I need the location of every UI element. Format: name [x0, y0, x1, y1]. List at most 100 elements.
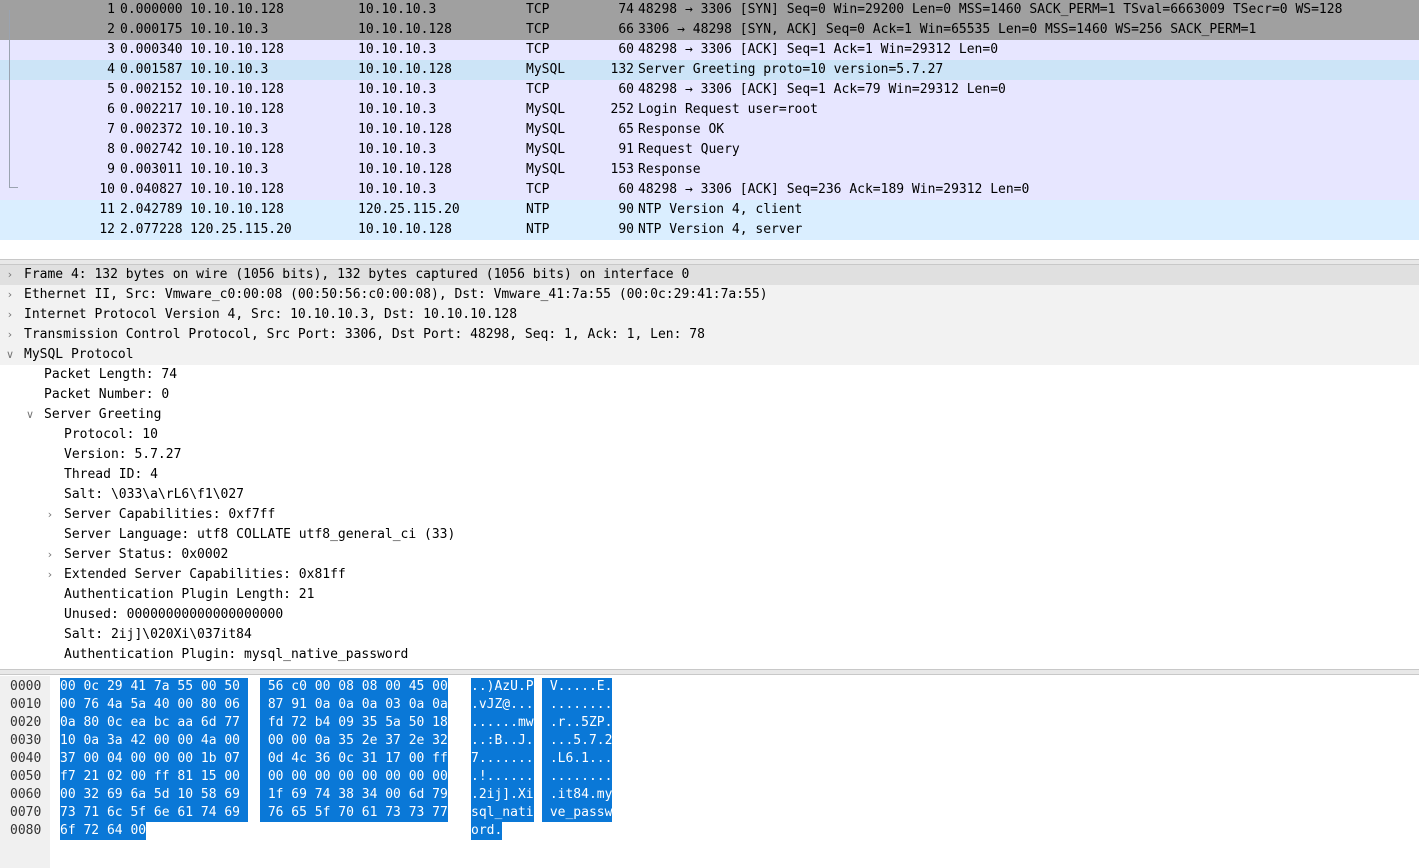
tree-node-label: Protocol: 10 — [64, 427, 158, 442]
hex-bytes[interactable]: 00 76 4a 5a 40 00 80 06 — [60, 696, 248, 714]
chevron-right-icon[interactable]: › — [4, 265, 16, 285]
packet-details-tree[interactable]: › Frame 4: 132 bytes on wire (1056 bits),… — [0, 265, 1419, 668]
hex-bytes[interactable]: 76 65 5f 70 61 73 73 77 — [260, 804, 448, 822]
packet-cell-time: 0.000000 — [120, 2, 183, 17]
chevron-right-icon[interactable]: › — [44, 505, 56, 525]
packet-row[interactable]: 6 0.002217 10.10.10.128 10.10.10.3 MySQL 252 L… — [0, 100, 1419, 120]
packet-cell-src: 10.10.10.128 — [190, 2, 284, 17]
hex-bytes[interactable]: 6f 72 64 00 — [60, 822, 147, 840]
packet-row[interactable]: 4 0.001587 10.10.10.3 10.10.10.128 MySQL 132 S… — [0, 60, 1419, 80]
packet-cell-src: 120.25.115.20 — [190, 222, 292, 237]
ascii-bytes[interactable]: .L6.1... — [542, 750, 613, 768]
tree-node[interactable]: Unused: 00000000000000000000 — [0, 605, 1419, 625]
packet-row[interactable]: 1 0.000000 10.10.10.128 10.10.10.3 TCP 74 4829… — [0, 0, 1419, 20]
tree-node[interactable]: › Server Status: 0x0002 — [0, 545, 1419, 565]
packet-cell-info: Response OK — [638, 122, 725, 137]
packet-cell-time: 0.002742 — [120, 142, 183, 157]
ascii-bytes[interactable]: ve_passw — [542, 804, 613, 822]
hex-bytes[interactable]: 0a 80 0c ea bc aa 6d 77 — [60, 714, 248, 732]
packet-cell-src: 10.10.10.128 — [190, 202, 284, 217]
ascii-bytes[interactable]: ...5.7.2 — [542, 732, 613, 750]
packet-cell-no: 11 — [99, 202, 115, 217]
tree-node[interactable]: Salt: 2ij]\020Xi\037it84 — [0, 625, 1419, 645]
hex-bytes[interactable]: 10 0a 3a 42 00 00 4a 00 — [60, 732, 248, 750]
tree-node-label: Internet Protocol Version 4, Src: 10.10.… — [24, 307, 518, 322]
tree-node[interactable]: Thread ID: 4 — [0, 465, 1419, 485]
packet-row[interactable]: 9 0.003011 10.10.10.3 10.10.10.128 MySQL 153 R… — [0, 160, 1419, 180]
tree-node[interactable]: Packet Number: 0 — [0, 385, 1419, 405]
tree-node[interactable]: › Internet Protocol Version 4, Src: 10.10… — [0, 305, 1419, 325]
tree-node-label: Transmission Control Protocol, Src Port:… — [24, 327, 705, 342]
hex-offset: 0060 — [10, 787, 42, 802]
packet-row[interactable]: 3 0.000340 10.10.10.128 10.10.10.3 TCP 60 4829… — [0, 40, 1419, 60]
hex-bytes[interactable]: f7 21 02 00 ff 81 15 00 — [60, 768, 248, 786]
tree-node[interactable]: ∨ Server Greeting — [0, 405, 1419, 425]
tree-node-label: Server Greeting — [44, 407, 162, 422]
ascii-bytes[interactable]: .vJZ@... — [471, 696, 534, 714]
packet-cell-src: 10.10.10.3 — [190, 62, 269, 77]
hex-bytes[interactable]: 00 0c 29 41 7a 55 00 50 — [60, 678, 248, 696]
packet-cell-proto: MySQL — [526, 142, 566, 157]
packet-row[interactable]: 11 2.042789 10.10.10.128 120.25.115.20 NTP 90… — [0, 200, 1419, 220]
ascii-bytes[interactable]: .!...... — [471, 768, 534, 786]
packet-bytes-pane[interactable]: 0000 00 0c 29 41 7a 55 00 50 56 c0 00 08 … — [0, 676, 1419, 868]
ascii-bytes[interactable]: ........ — [542, 696, 613, 714]
ascii-bytes[interactable]: .r..5ZP. — [542, 714, 613, 732]
chevron-right-icon[interactable]: › — [44, 565, 56, 585]
chevron-right-icon[interactable]: › — [4, 285, 16, 305]
tree-node[interactable]: Salt: \033\a\rL6\f1\027 — [0, 485, 1419, 505]
tree-node[interactable]: › Ethernet II, Src: Vmware_c0:00:08 (00:5… — [0, 285, 1419, 305]
hex-bytes[interactable]: 1f 69 74 38 34 00 6d 79 — [260, 786, 448, 804]
chevron-right-icon[interactable]: › — [4, 325, 16, 345]
hex-bytes[interactable]: 73 71 6c 5f 6e 61 74 69 — [60, 804, 248, 822]
tree-node[interactable]: › Frame 4: 132 bytes on wire (1056 bits),… — [0, 265, 1419, 285]
packet-cell-src: 10.10.10.3 — [190, 162, 269, 177]
chevron-down-icon[interactable]: ∨ — [4, 345, 16, 365]
packet-cell-dst: 10.10.10.3 — [358, 142, 437, 157]
hex-bytes[interactable]: 0d 4c 36 0c 31 17 00 ff — [260, 750, 448, 768]
tree-node[interactable]: Authentication Plugin Length: 21 — [0, 585, 1419, 605]
ascii-bytes[interactable]: ord. — [471, 822, 503, 840]
packet-row[interactable]: 8 0.002742 10.10.10.128 10.10.10.3 MySQL 91 Re… — [0, 140, 1419, 160]
pane-splitter-bottom[interactable] — [0, 669, 1419, 675]
ascii-bytes[interactable]: ......mw — [471, 714, 534, 732]
tree-node[interactable]: Server Language: utf8 COLLATE utf8_gener… — [0, 525, 1419, 545]
ascii-bytes[interactable]: sql_nati — [471, 804, 534, 822]
ascii-bytes[interactable]: 7....... — [471, 750, 534, 768]
packet-cell-info: 48298 → 3306 [SYN] Seq=0 Win=29200 Len=0… — [638, 2, 1343, 17]
tree-node[interactable]: › Server Capabilities: 0xf7ff — [0, 505, 1419, 525]
tree-node[interactable]: Protocol: 10 — [0, 425, 1419, 445]
tree-node[interactable]: › Transmission Control Protocol, Src Port… — [0, 325, 1419, 345]
hex-bytes[interactable]: 56 c0 00 08 08 00 45 00 — [260, 678, 448, 696]
hex-bytes[interactable]: 87 91 0a 0a 0a 03 0a 0a — [260, 696, 448, 714]
packet-row[interactable]: 5 0.002152 10.10.10.128 10.10.10.3 TCP 60 4829… — [0, 80, 1419, 100]
ascii-bytes[interactable]: .2ij].Xi — [471, 786, 534, 804]
hex-bytes[interactable]: fd 72 b4 09 35 5a 50 18 — [260, 714, 448, 732]
tree-node-label: Frame 4: 132 bytes on wire (1056 bits), … — [24, 267, 690, 282]
tree-node[interactable]: Version: 5.7.27 — [0, 445, 1419, 465]
hex-bytes[interactable]: 00 32 69 6a 5d 10 58 69 — [60, 786, 248, 804]
ascii-bytes[interactable]: ..:B..J. — [471, 732, 534, 750]
packet-cell-src: 10.10.10.128 — [190, 182, 284, 197]
hex-bytes[interactable]: 00 00 00 00 00 00 00 00 — [260, 768, 448, 786]
tree-node[interactable]: ∨ MySQL Protocol — [0, 345, 1419, 365]
ascii-bytes[interactable]: ........ — [542, 768, 613, 786]
packet-cell-no: 12 — [99, 222, 115, 237]
chevron-down-icon[interactable]: ∨ — [24, 405, 36, 425]
chevron-right-icon[interactable]: › — [44, 545, 56, 565]
tree-node[interactable]: Authentication Plugin: mysql_native_pass… — [0, 645, 1419, 665]
ascii-bytes[interactable]: V.....E. — [542, 678, 613, 696]
packet-list[interactable]: 1 0.000000 10.10.10.128 10.10.10.3 TCP 74 4829… — [0, 0, 1419, 257]
packet-row[interactable]: 7 0.002372 10.10.10.3 10.10.10.128 MySQL 65 Re… — [0, 120, 1419, 140]
packet-row[interactable]: 12 2.077228 120.25.115.20 10.10.10.128 NTP 90… — [0, 220, 1419, 240]
chevron-right-icon[interactable]: › — [4, 305, 16, 325]
hex-bytes[interactable]: 00 00 0a 35 2e 37 2e 32 — [260, 732, 448, 750]
tree-node[interactable]: Packet Length: 74 — [0, 365, 1419, 385]
ascii-bytes[interactable]: .it84.my — [542, 786, 613, 804]
packet-row[interactable]: 10 0.040827 10.10.10.128 10.10.10.3 TCP 60 482… — [0, 180, 1419, 200]
packet-cell-info: 48298 → 3306 [ACK] Seq=1 Ack=1 Win=29312… — [638, 42, 999, 57]
packet-row[interactable]: 2 0.000175 10.10.10.3 10.10.10.128 TCP 66 3306… — [0, 20, 1419, 40]
tree-node[interactable]: › Extended Server Capabilities: 0x81ff — [0, 565, 1419, 585]
hex-bytes[interactable]: 37 00 04 00 00 00 1b 07 — [60, 750, 248, 768]
ascii-bytes[interactable]: ..)AzU.P — [471, 678, 534, 696]
